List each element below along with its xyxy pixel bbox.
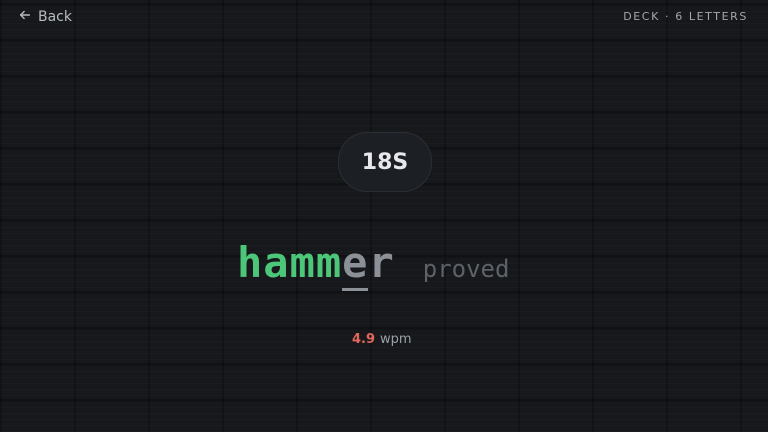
remaining-letters: r bbox=[368, 238, 395, 287]
typed-letters: hamm bbox=[237, 238, 343, 287]
deck-info: DECK · 6 LETTERS bbox=[623, 10, 748, 23]
word-display: hammer proved bbox=[237, 238, 510, 291]
next-word: proved bbox=[422, 255, 510, 283]
current-word: hammer bbox=[237, 238, 395, 291]
cursor-letter: e bbox=[342, 238, 369, 291]
wpm-unit: wpm bbox=[380, 332, 412, 347]
back-button[interactable]: Back bbox=[18, 8, 72, 26]
arrow-left-icon bbox=[18, 8, 32, 26]
timer-badge: 18S bbox=[338, 132, 432, 192]
back-label: Back bbox=[38, 9, 72, 25]
background-pattern bbox=[0, 0, 768, 432]
timer-value: 18S bbox=[361, 149, 409, 175]
wpm-value: 4.9 bbox=[352, 332, 376, 347]
wpm-stat: 4.9 wpm bbox=[352, 332, 412, 347]
